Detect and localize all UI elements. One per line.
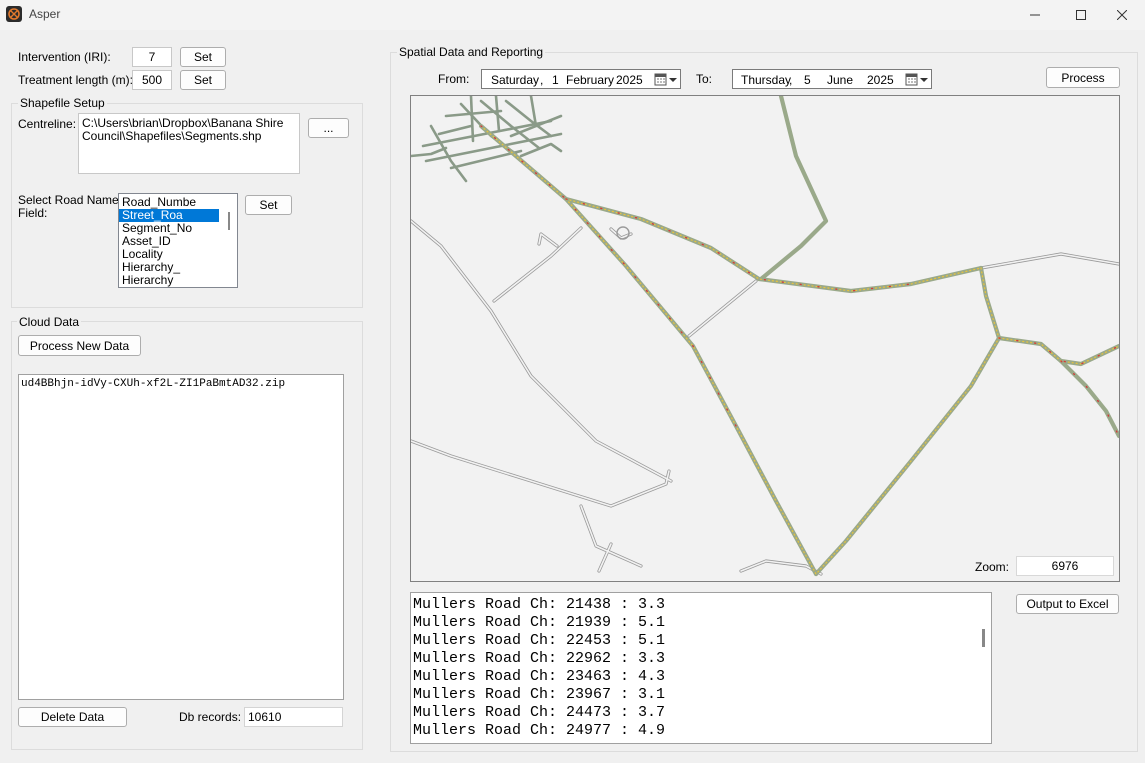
report-line: Mullers Road Ch: 22962 : 3.3 [413,650,666,667]
to-date-year[interactable]: 2025 [867,73,894,87]
process-new-data-button[interactable]: Process New Data [18,335,141,356]
calendar-dropdown-icon[interactable] [905,73,929,89]
from-date-sep: , [540,73,544,87]
treatment-length-input[interactable]: 500 [132,70,172,90]
road-network-map[interactable] [411,96,1119,581]
close-button[interactable] [1099,0,1145,30]
output-to-excel-button[interactable]: Output to Excel [1016,594,1119,614]
centreline-path-line-2: Council\Shapefiles\Segments.shp [82,129,262,143]
db-records-value: 10610 [244,707,343,727]
spatial-reporting-legend: Spatial Data and Reporting [397,45,546,59]
report-line: Mullers Road Ch: 24473 : 3.7 [413,704,666,721]
maximize-icon [1076,10,1086,20]
calendar-dropdown-icon[interactable] [654,73,678,89]
browse-button[interactable]: ... [308,118,349,138]
db-records-label: Db records: [179,710,242,724]
centreline-label: Centreline: [18,117,77,131]
from-date-year[interactable]: 2025 [616,73,643,87]
treatment-length-label: Treatment length (m): [18,73,133,87]
intervention-input[interactable]: 7 [132,47,172,67]
cloud-file-item[interactable]: ud4BBhjn-idVy-CXUh-xf2L-ZI1PaBmtAD32.zip [21,378,343,390]
zoom-input[interactable]: 6976 [1016,556,1114,576]
report-line: Mullers Road Ch: 21438 : 3.3 [413,596,666,613]
cloud-data-legend: Cloud Data [17,315,82,329]
window-title: Asper [29,7,61,21]
map-view[interactable] [410,95,1120,582]
report-line: Mullers Road Ch: 22453 : 5.1 [413,632,666,649]
to-date-month[interactable]: June [827,73,853,87]
to-date-day[interactable]: 5 [804,73,811,87]
title-bar [0,0,1145,30]
from-date-picker[interactable]: Saturday , 1 February 2025 [481,69,681,89]
from-label: From: [438,72,470,86]
shapefile-setup-legend: Shapefile Setup [18,96,107,110]
minimize-button[interactable] [1012,0,1058,30]
minimize-icon [1030,14,1040,16]
maximize-button[interactable] [1058,0,1104,30]
cloud-file-list[interactable]: ud4BBhjn-idVy-CXUh-xf2L-ZI1PaBmtAD32.zip [18,374,344,700]
close-icon [1117,10,1127,20]
from-date-weekday[interactable]: Saturday [491,73,539,87]
treatment-length-set-button[interactable]: Set [180,70,226,90]
report-line: Mullers Road Ch: 23463 : 4.3 [413,668,666,685]
intervention-set-button[interactable]: Set [180,47,226,67]
delete-data-button[interactable]: Delete Data [18,707,127,727]
intervention-label: Intervention (IRI): [18,50,111,64]
zoom-label: Zoom: [975,560,1010,574]
from-date-day[interactable]: 1 [552,73,559,87]
to-date-sep: , [789,73,793,87]
road-name-set-button[interactable]: Set [245,195,292,215]
report-line: Mullers Road Ch: 24977 : 4.9 [413,722,666,739]
to-date-picker[interactable]: Thursday , 5 June 2025 [732,69,932,89]
report-output[interactable]: Mullers Road Ch: 21438 : 3.3 Mullers Road… [410,592,992,744]
centreline-path-field[interactable]: C:\Users\brian\Dropbox\Banana Shire Coun… [78,113,300,174]
road-name-field-label-line-2: Field: [18,206,48,220]
list-scrollbar-thumb[interactable] [228,212,230,230]
from-date-month[interactable]: February [566,73,614,87]
to-label: To: [696,72,713,86]
field-list-item[interactable]: Hierarchy [119,274,237,287]
report-scrollbar-thumb[interactable] [982,629,985,647]
road-name-field-label: Select Road Name Field: [18,194,119,220]
to-date-weekday[interactable]: Thursday [741,73,791,87]
report-line: Mullers Road Ch: 21939 : 5.1 [413,614,666,631]
app-logo-icon [6,6,22,22]
process-button[interactable]: Process [1046,67,1120,88]
road-name-field-list[interactable]: Road_Numbe Street_Roa Segment_No Asset_ID Lo… [118,193,238,288]
report-line: Mullers Road Ch: 23967 : 3.1 [413,686,666,703]
